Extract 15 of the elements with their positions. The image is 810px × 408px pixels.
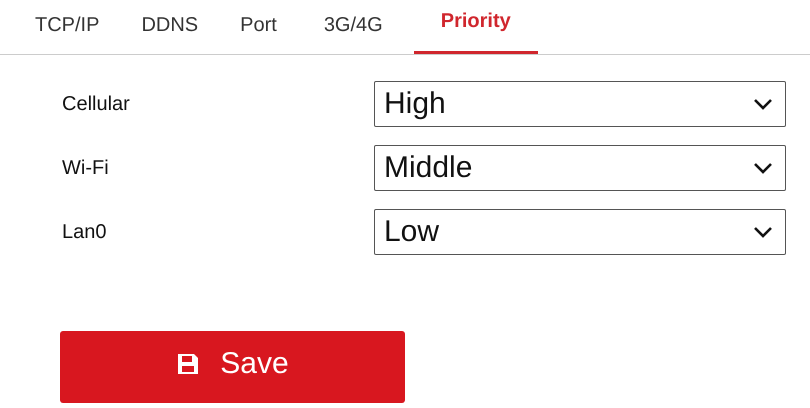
save-button[interactable]: Save — [60, 331, 405, 403]
chevron-down-icon — [753, 226, 773, 238]
dropdown[interactable]: Middle — [374, 145, 786, 191]
tab[interactable]: 3G/4G — [324, 0, 383, 54]
field-label: Cellular — [62, 92, 131, 116]
dropdown[interactable]: High — [374, 81, 786, 127]
chevron-down-icon — [753, 162, 773, 174]
tab[interactable]: Port — [240, 0, 277, 54]
tab[interactable]: Priority — [414, 0, 538, 54]
field-label: Lan0 — [62, 220, 108, 244]
tab[interactable]: TCP/IP — [35, 0, 100, 54]
field-label: Wi-Fi — [62, 156, 110, 180]
tab[interactable]: DDNS — [141, 0, 198, 54]
dropdown[interactable]: Low — [374, 209, 786, 255]
chevron-down-icon — [753, 98, 773, 110]
